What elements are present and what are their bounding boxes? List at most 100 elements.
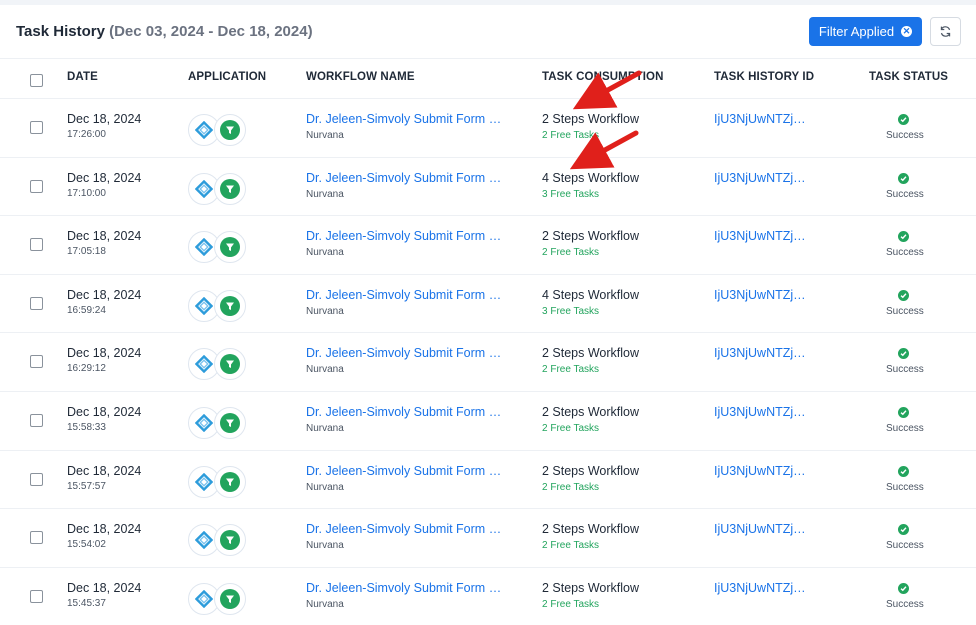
- date-range: (Dec 03, 2024 - Dec 18, 2024): [109, 23, 313, 40]
- steps-workflow: 2 Steps Workflow: [542, 112, 640, 126]
- steps-workflow: 4 Steps Workflow: [542, 170, 640, 185]
- column-workflow-name[interactable]: WORKFLOW NAME: [306, 71, 415, 83]
- task-history-id-link[interactable]: IjU3NjUwNTZj…: [714, 522, 806, 536]
- task-history-id-link[interactable]: IjU3NjUwNTZj…: [714, 464, 806, 478]
- table-row[interactable]: Dec 18, 2024 15:57:57 Dr. Jeleen-Simvoly…: [0, 451, 976, 510]
- free-tasks: 2 Free Tasks: [542, 364, 600, 376]
- check-circle-icon: [898, 172, 909, 184]
- filter-funnel-icon: [214, 114, 246, 146]
- workflow-name-link[interactable]: Dr. Jeleen-Simvoly Submit Form (…: [306, 522, 502, 536]
- row-checkbox[interactable]: [30, 414, 43, 427]
- application-icons: [188, 465, 248, 498]
- free-tasks: 2 Free Tasks: [542, 423, 600, 434]
- row-checkbox[interactable]: [30, 355, 43, 369]
- workflow-name-link[interactable]: Dr. Jeleen-Simvoly Submit Form (…: [306, 229, 502, 243]
- row-checkbox[interactable]: [30, 472, 43, 486]
- check-circle-icon: [898, 582, 909, 594]
- table-row[interactable]: Dec 18, 2024 17:05:18 Dr. Jeleen-Simvoly…: [0, 216, 976, 275]
- column-application[interactable]: APPLICATION: [188, 71, 266, 83]
- free-tasks: 3 Free Tasks: [542, 305, 600, 317]
- filter-funnel-icon: [214, 582, 246, 615]
- application-icons: [188, 348, 248, 381]
- row-date: Dec 18, 2024: [67, 287, 142, 302]
- table-row[interactable]: Dec 18, 2024 16:29:12 Dr. Jeleen-Simvoly…: [0, 333, 976, 392]
- workflow-app-name: Nurvana: [306, 188, 344, 200]
- close-circle-icon[interactable]: ✕: [901, 26, 913, 37]
- row-time: 15:45:37: [67, 597, 106, 609]
- steps-workflow: 2 Steps Workflow: [542, 346, 640, 361]
- panel-header: Task History (Dec 03, 2024 - Dec 18, 202…: [0, 5, 976, 59]
- status-text: Success: [886, 305, 924, 317]
- workflow-app-name: Nurvana: [306, 598, 344, 610]
- row-date: Dec 18, 2024: [67, 522, 142, 537]
- table-row[interactable]: Dec 18, 2024 17:10:00 Dr. Jeleen-Simvoly…: [0, 158, 976, 217]
- row-time: 15:54:02: [67, 539, 106, 551]
- free-tasks: 3 Free Tasks: [542, 188, 600, 200]
- row-checkbox[interactable]: [30, 121, 43, 134]
- check-circle-icon: [898, 465, 909, 477]
- filter-funnel-icon: [214, 231, 246, 264]
- task-history-id-link[interactable]: IjU3NjUwNTZj…: [714, 288, 806, 302]
- steps-workflow: 2 Steps Workflow: [542, 229, 640, 244]
- task-history-id-link[interactable]: IjU3NjUwNTZj…: [714, 346, 806, 360]
- row-time: 15:58:33: [67, 422, 106, 433]
- application-icons: [188, 289, 248, 322]
- row-time: 17:05:18: [67, 246, 106, 258]
- table-row[interactable]: Dec 18, 2024 17:26:00 Dr. Jeleen-Simvoly…: [0, 99, 976, 158]
- column-task-status[interactable]: TASK STATUS: [869, 71, 948, 83]
- application-icons: [188, 231, 248, 264]
- row-checkbox[interactable]: [30, 238, 43, 252]
- title-text: Task History: [16, 23, 105, 40]
- steps-workflow: 4 Steps Workflow: [542, 287, 640, 302]
- row-date: Dec 18, 2024: [67, 229, 142, 244]
- row-checkbox[interactable]: [30, 531, 43, 545]
- task-history-id-link[interactable]: IjU3NjUwNTZj…: [714, 229, 806, 243]
- status-text: Success: [886, 130, 924, 141]
- workflow-name-link[interactable]: Dr. Jeleen-Simvoly Submit Form (…: [306, 112, 502, 126]
- row-time: 17:26:00: [67, 129, 106, 140]
- table-row[interactable]: Dec 18, 2024 16:59:24 Dr. Jeleen-Simvoly…: [0, 275, 976, 334]
- free-tasks: 2 Free Tasks: [542, 130, 600, 141]
- row-checkbox[interactable]: [30, 589, 43, 603]
- workflow-name-link[interactable]: Dr. Jeleen-Simvoly Submit Form (…: [306, 288, 502, 302]
- free-tasks: 2 Free Tasks: [542, 481, 600, 493]
- row-date: Dec 18, 2024: [67, 405, 142, 419]
- workflow-app-name: Nurvana: [306, 130, 344, 141]
- row-date: Dec 18, 2024: [67, 463, 142, 478]
- status-text: Success: [886, 598, 924, 610]
- workflow-app-name: Nurvana: [306, 423, 344, 434]
- table-row[interactable]: Dec 18, 2024 15:45:37 Dr. Jeleen-Simvoly…: [0, 568, 976, 625]
- filter-funnel-icon: [214, 465, 246, 498]
- table-row[interactable]: Dec 18, 2024 15:58:33 Dr. Jeleen-Simvoly…: [0, 392, 976, 451]
- steps-workflow: 2 Steps Workflow: [542, 522, 640, 537]
- status-text: Success: [886, 188, 924, 200]
- row-checkbox[interactable]: [30, 296, 43, 310]
- workflow-name-link[interactable]: Dr. Jeleen-Simvoly Submit Form (…: [306, 405, 502, 419]
- row-date: Dec 18, 2024: [67, 346, 142, 361]
- task-history-id-link[interactable]: IjU3NjUwNTZj…: [714, 171, 806, 185]
- filter-funnel-icon: [214, 289, 246, 322]
- task-history-id-link[interactable]: IjU3NjUwNTZj…: [714, 405, 806, 419]
- check-circle-icon: [898, 348, 909, 360]
- table-row[interactable]: Dec 18, 2024 15:54:02 Dr. Jeleen-Simvoly…: [0, 509, 976, 568]
- filter-applied-button[interactable]: Filter Applied ✕: [809, 17, 922, 46]
- row-date: Dec 18, 2024: [67, 170, 142, 185]
- column-task-consumption[interactable]: TASK CONSUMPTION: [542, 71, 664, 83]
- select-all-checkbox[interactable]: [30, 74, 43, 87]
- row-time: 15:57:57: [67, 480, 106, 492]
- workflow-name-link[interactable]: Dr. Jeleen-Simvoly Submit Form (…: [306, 346, 502, 360]
- application-icons: [188, 407, 248, 439]
- check-circle-icon: [898, 524, 909, 536]
- row-checkbox[interactable]: [30, 179, 43, 193]
- task-history-id-link[interactable]: IjU3NjUwNTZj…: [714, 581, 806, 595]
- task-history-id-link[interactable]: IjU3NjUwNTZj…: [714, 112, 806, 126]
- refresh-button[interactable]: [930, 17, 961, 46]
- workflow-name-link[interactable]: Dr. Jeleen-Simvoly Submit Form (…: [306, 581, 502, 595]
- workflow-name-link[interactable]: Dr. Jeleen-Simvoly Submit Form (…: [306, 171, 502, 185]
- workflow-name-link[interactable]: Dr. Jeleen-Simvoly Submit Form (…: [306, 464, 502, 478]
- column-task-history-id[interactable]: TASK HISTORY ID: [714, 71, 814, 83]
- page-title: Task History (Dec 03, 2024 - Dec 18, 202…: [16, 23, 313, 40]
- filter-button-label: Filter Applied: [818, 24, 895, 39]
- free-tasks: 2 Free Tasks: [542, 540, 600, 552]
- column-date[interactable]: DATE: [67, 71, 98, 83]
